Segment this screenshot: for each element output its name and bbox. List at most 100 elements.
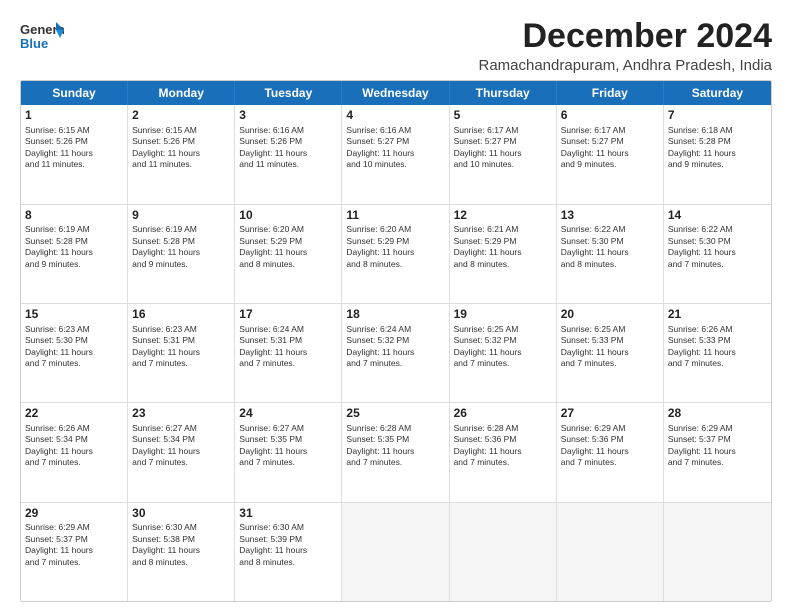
- day-cell-9: 9Sunrise: 6:19 AMSunset: 5:28 PMDaylight…: [128, 205, 235, 303]
- day-number: 16: [132, 307, 230, 323]
- day-number: 4: [346, 108, 444, 124]
- day-cell-20: 20Sunrise: 6:25 AMSunset: 5:33 PMDayligh…: [557, 304, 664, 402]
- day-cell-6: 6Sunrise: 6:17 AMSunset: 5:27 PMDaylight…: [557, 105, 664, 203]
- calendar-row-4: 29Sunrise: 6:29 AMSunset: 5:37 PMDayligh…: [21, 503, 771, 601]
- day-cell-13: 13Sunrise: 6:22 AMSunset: 5:30 PMDayligh…: [557, 205, 664, 303]
- header-day-sunday: Sunday: [21, 81, 128, 105]
- cell-content: Sunrise: 6:22 AMSunset: 5:30 PMDaylight:…: [561, 224, 659, 270]
- day-cell-19: 19Sunrise: 6:25 AMSunset: 5:32 PMDayligh…: [450, 304, 557, 402]
- cell-content: Sunrise: 6:27 AMSunset: 5:35 PMDaylight:…: [239, 423, 337, 469]
- header-day-tuesday: Tuesday: [235, 81, 342, 105]
- day-number: 1: [25, 108, 123, 124]
- calendar-row-3: 22Sunrise: 6:26 AMSunset: 5:34 PMDayligh…: [21, 403, 771, 502]
- day-number: 9: [132, 208, 230, 224]
- day-cell-22: 22Sunrise: 6:26 AMSunset: 5:34 PMDayligh…: [21, 403, 128, 501]
- day-number: 12: [454, 208, 552, 224]
- day-cell-15: 15Sunrise: 6:23 AMSunset: 5:30 PMDayligh…: [21, 304, 128, 402]
- empty-cell: [664, 503, 771, 601]
- day-number: 6: [561, 108, 659, 124]
- day-cell-2: 2Sunrise: 6:15 AMSunset: 5:26 PMDaylight…: [128, 105, 235, 203]
- cell-content: Sunrise: 6:16 AMSunset: 5:26 PMDaylight:…: [239, 125, 337, 171]
- cell-content: Sunrise: 6:28 AMSunset: 5:36 PMDaylight:…: [454, 423, 552, 469]
- day-cell-31: 31Sunrise: 6:30 AMSunset: 5:39 PMDayligh…: [235, 503, 342, 601]
- month-title: December 2024: [478, 18, 772, 55]
- day-cell-16: 16Sunrise: 6:23 AMSunset: 5:31 PMDayligh…: [128, 304, 235, 402]
- day-cell-1: 1Sunrise: 6:15 AMSunset: 5:26 PMDaylight…: [21, 105, 128, 203]
- cell-content: Sunrise: 6:26 AMSunset: 5:33 PMDaylight:…: [668, 324, 767, 370]
- day-number: 29: [25, 506, 123, 522]
- day-number: 13: [561, 208, 659, 224]
- cell-content: Sunrise: 6:28 AMSunset: 5:35 PMDaylight:…: [346, 423, 444, 469]
- day-number: 14: [668, 208, 767, 224]
- cell-content: Sunrise: 6:29 AMSunset: 5:36 PMDaylight:…: [561, 423, 659, 469]
- empty-cell: [557, 503, 664, 601]
- empty-cell: [342, 503, 449, 601]
- cell-content: Sunrise: 6:24 AMSunset: 5:32 PMDaylight:…: [346, 324, 444, 370]
- page: General Blue December 2024 Ramachandrapu…: [0, 0, 792, 612]
- cell-content: Sunrise: 6:20 AMSunset: 5:29 PMDaylight:…: [346, 224, 444, 270]
- day-number: 8: [25, 208, 123, 224]
- day-number: 26: [454, 406, 552, 422]
- cell-content: Sunrise: 6:26 AMSunset: 5:34 PMDaylight:…: [25, 423, 123, 469]
- svg-text:Blue: Blue: [20, 36, 48, 51]
- day-cell-4: 4Sunrise: 6:16 AMSunset: 5:27 PMDaylight…: [342, 105, 449, 203]
- calendar-row-2: 15Sunrise: 6:23 AMSunset: 5:30 PMDayligh…: [21, 304, 771, 403]
- cell-content: Sunrise: 6:22 AMSunset: 5:30 PMDaylight:…: [668, 224, 767, 270]
- day-number: 5: [454, 108, 552, 124]
- cell-content: Sunrise: 6:27 AMSunset: 5:34 PMDaylight:…: [132, 423, 230, 469]
- day-cell-27: 27Sunrise: 6:29 AMSunset: 5:36 PMDayligh…: [557, 403, 664, 501]
- day-number: 21: [668, 307, 767, 323]
- day-number: 27: [561, 406, 659, 422]
- day-cell-17: 17Sunrise: 6:24 AMSunset: 5:31 PMDayligh…: [235, 304, 342, 402]
- day-number: 17: [239, 307, 337, 323]
- day-cell-30: 30Sunrise: 6:30 AMSunset: 5:38 PMDayligh…: [128, 503, 235, 601]
- cell-content: Sunrise: 6:23 AMSunset: 5:31 PMDaylight:…: [132, 324, 230, 370]
- day-number: 22: [25, 406, 123, 422]
- day-cell-12: 12Sunrise: 6:21 AMSunset: 5:29 PMDayligh…: [450, 205, 557, 303]
- day-cell-28: 28Sunrise: 6:29 AMSunset: 5:37 PMDayligh…: [664, 403, 771, 501]
- day-number: 3: [239, 108, 337, 124]
- cell-content: Sunrise: 6:20 AMSunset: 5:29 PMDaylight:…: [239, 224, 337, 270]
- cell-content: Sunrise: 6:25 AMSunset: 5:33 PMDaylight:…: [561, 324, 659, 370]
- day-cell-24: 24Sunrise: 6:27 AMSunset: 5:35 PMDayligh…: [235, 403, 342, 501]
- day-number: 31: [239, 506, 337, 522]
- day-number: 7: [668, 108, 767, 124]
- day-number: 10: [239, 208, 337, 224]
- cell-content: Sunrise: 6:16 AMSunset: 5:27 PMDaylight:…: [346, 125, 444, 171]
- cell-content: Sunrise: 6:17 AMSunset: 5:27 PMDaylight:…: [561, 125, 659, 171]
- cell-content: Sunrise: 6:30 AMSunset: 5:39 PMDaylight:…: [239, 522, 337, 568]
- header-day-saturday: Saturday: [664, 81, 771, 105]
- calendar-header: SundayMondayTuesdayWednesdayThursdayFrid…: [21, 81, 771, 105]
- day-number: 25: [346, 406, 444, 422]
- day-number: 15: [25, 307, 123, 323]
- cell-content: Sunrise: 6:29 AMSunset: 5:37 PMDaylight:…: [668, 423, 767, 469]
- day-cell-14: 14Sunrise: 6:22 AMSunset: 5:30 PMDayligh…: [664, 205, 771, 303]
- cell-content: Sunrise: 6:19 AMSunset: 5:28 PMDaylight:…: [132, 224, 230, 270]
- day-number: 24: [239, 406, 337, 422]
- day-number: 18: [346, 307, 444, 323]
- day-cell-10: 10Sunrise: 6:20 AMSunset: 5:29 PMDayligh…: [235, 205, 342, 303]
- day-cell-11: 11Sunrise: 6:20 AMSunset: 5:29 PMDayligh…: [342, 205, 449, 303]
- header-day-thursday: Thursday: [450, 81, 557, 105]
- cell-content: Sunrise: 6:18 AMSunset: 5:28 PMDaylight:…: [668, 125, 767, 171]
- subtitle: Ramachandrapuram, Andhra Pradesh, India: [478, 57, 772, 74]
- day-number: 20: [561, 307, 659, 323]
- header: General Blue December 2024 Ramachandrapu…: [20, 18, 772, 74]
- header-day-wednesday: Wednesday: [342, 81, 449, 105]
- cell-content: Sunrise: 6:24 AMSunset: 5:31 PMDaylight:…: [239, 324, 337, 370]
- day-cell-29: 29Sunrise: 6:29 AMSunset: 5:37 PMDayligh…: [21, 503, 128, 601]
- day-number: 11: [346, 208, 444, 224]
- logo-icon: General Blue: [20, 18, 64, 54]
- cell-content: Sunrise: 6:19 AMSunset: 5:28 PMDaylight:…: [25, 224, 123, 270]
- day-cell-3: 3Sunrise: 6:16 AMSunset: 5:26 PMDaylight…: [235, 105, 342, 203]
- day-cell-7: 7Sunrise: 6:18 AMSunset: 5:28 PMDaylight…: [664, 105, 771, 203]
- cell-content: Sunrise: 6:21 AMSunset: 5:29 PMDaylight:…: [454, 224, 552, 270]
- title-block: December 2024 Ramachandrapuram, Andhra P…: [478, 18, 772, 74]
- calendar: SundayMondayTuesdayWednesdayThursdayFrid…: [20, 80, 772, 602]
- cell-content: Sunrise: 6:23 AMSunset: 5:30 PMDaylight:…: [25, 324, 123, 370]
- cell-content: Sunrise: 6:15 AMSunset: 5:26 PMDaylight:…: [25, 125, 123, 171]
- empty-cell: [450, 503, 557, 601]
- calendar-row-1: 8Sunrise: 6:19 AMSunset: 5:28 PMDaylight…: [21, 205, 771, 304]
- day-cell-21: 21Sunrise: 6:26 AMSunset: 5:33 PMDayligh…: [664, 304, 771, 402]
- cell-content: Sunrise: 6:25 AMSunset: 5:32 PMDaylight:…: [454, 324, 552, 370]
